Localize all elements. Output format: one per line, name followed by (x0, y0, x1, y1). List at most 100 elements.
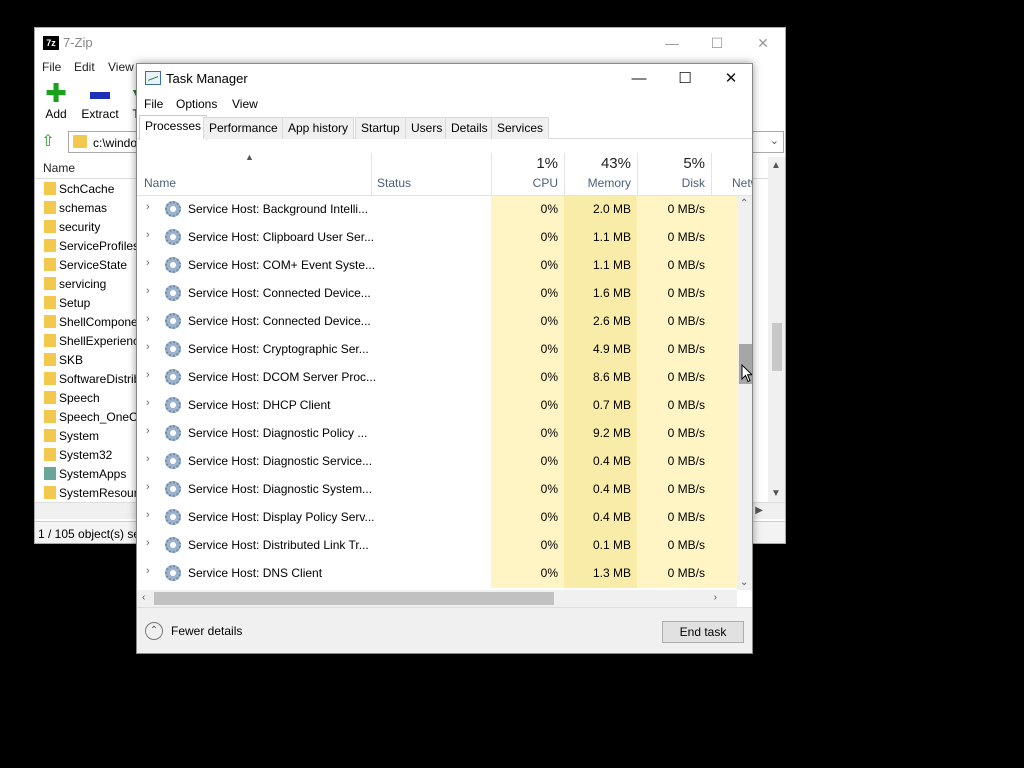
tab-performance[interactable]: Performance (203, 117, 284, 139)
file-list: SchCache schemas security ServiceProfiles Se… (35, 179, 166, 502)
expand-chevron-icon[interactable]: › (146, 397, 150, 409)
scroll-down-icon[interactable]: ⌄ (740, 577, 748, 588)
expand-chevron-icon[interactable]: › (146, 481, 150, 493)
task-manager-window[interactable]: Task Manager — ☐ ✕ File Options View Pro… (136, 63, 753, 654)
process-row[interactable]: › Service Host: Connected Device... 0% 1.6 … (137, 280, 737, 308)
extract-button[interactable]: Extract (81, 82, 119, 121)
tab-services[interactable]: Services (491, 117, 550, 139)
folder-up-icon[interactable]: ⇧ (39, 133, 57, 151)
expand-chevron-icon[interactable]: › (146, 565, 150, 577)
file-list-item[interactable]: SKB (35, 350, 145, 369)
process-row[interactable]: › Service Host: Display Policy Serv... 0% 0… (137, 504, 737, 532)
sevenzip-close-button[interactable]: ✕ (743, 32, 783, 54)
file-list-item[interactable]: ShellExperiences (35, 331, 152, 350)
process-row[interactable]: › Service Host: Background Intelli... 0% 2.… (137, 196, 737, 224)
tab-startup[interactable]: Startup (355, 117, 406, 139)
column-header-memory[interactable]: Memory (564, 176, 631, 190)
tab-users[interactable]: Users (405, 117, 449, 139)
fewer-details-link[interactable]: Fewer details (171, 624, 242, 638)
process-row[interactable]: › Service Host: Clipboard User Ser... 0% 1.… (137, 224, 737, 252)
process-name: Service Host: Cryptographic Ser... (188, 342, 369, 356)
expand-chevron-icon[interactable]: › (146, 257, 150, 269)
process-list-horizontal-scrollbar[interactable]: ‹ › (137, 590, 737, 607)
sevenzip-menu-edit[interactable]: Edit (74, 60, 95, 74)
file-list-item[interactable]: security (35, 217, 145, 236)
process-row[interactable]: › Service Host: Cryptographic Ser... 0% 4.9… (137, 336, 737, 364)
process-row[interactable]: › Service Host: DHCP Client 0% 0.7 MB 0 MB/s (137, 392, 737, 420)
menu-view[interactable]: View (232, 97, 258, 111)
file-list-item[interactable]: schemas (35, 198, 145, 217)
expand-chevron-icon[interactable]: › (146, 369, 150, 381)
process-row[interactable]: › Service Host: Diagnostic Service... 0% 0.… (137, 448, 737, 476)
file-list-item[interactable]: ShellComponents (35, 312, 154, 331)
folder-icon (44, 315, 56, 328)
add-button[interactable]: ✚ Add (44, 78, 68, 121)
expand-chevron-icon[interactable]: › (146, 285, 150, 297)
tab-processes[interactable]: Processes (139, 115, 208, 140)
horizontal-scrollbar-thumb[interactable] (154, 592, 554, 605)
sevenzip-minimize-button[interactable]: — (652, 32, 692, 54)
tab-details[interactable]: Details (445, 117, 494, 139)
file-list-item[interactable]: System32 (35, 445, 145, 464)
chevron-up-circle-icon[interactable]: ⌃ (145, 622, 163, 640)
address-dropdown-icon[interactable]: ⌄ (770, 134, 779, 147)
scrollbar-thumb[interactable] (772, 323, 782, 371)
menu-file[interactable]: File (144, 97, 163, 111)
process-row[interactable]: › Service Host: Distributed Link Tr... 0% 0… (137, 532, 737, 560)
scroll-left-icon[interactable]: ‹ (142, 592, 145, 603)
scroll-right-icon[interactable]: › (714, 592, 717, 603)
scroll-right-icon[interactable]: ▶ (755, 505, 763, 516)
maximize-button[interactable]: ☐ (662, 64, 708, 94)
file-list-item[interactable]: SoftwareDistribution (35, 369, 166, 388)
expand-chevron-icon[interactable]: › (146, 229, 150, 241)
sevenzip-menu-file[interactable]: File (42, 60, 61, 74)
expand-chevron-icon[interactable]: › (146, 201, 150, 213)
column-header-network[interactable]: Netw (732, 176, 752, 190)
process-row[interactable]: › Service Host: COM+ Event Syste... 0% 1.1 … (137, 252, 737, 280)
file-list-item[interactable]: Speech_OneCore (35, 407, 155, 426)
sevenzip-menu-view[interactable]: View (108, 60, 134, 74)
file-list-item[interactable]: SystemApps (35, 464, 145, 483)
file-list-item[interactable]: servicing (35, 274, 145, 293)
column-divider[interactable] (711, 153, 712, 196)
file-list-item[interactable]: Setup (35, 293, 145, 312)
scroll-up-icon[interactable]: ⌃ (740, 198, 748, 209)
file-list-item[interactable]: Speech (35, 388, 145, 407)
sevenzip-titlebar[interactable]: 7z 7-Zip — ☐ ✕ (35, 28, 785, 58)
column-header-name[interactable]: Name (144, 176, 176, 190)
add-plus-icon: ✚ (45, 78, 67, 108)
column-divider[interactable] (371, 153, 372, 196)
process-row[interactable]: › Service Host: DCOM Server Proc... 0% 8.6 … (137, 364, 737, 392)
tab-app-history[interactable]: App history (282, 117, 355, 139)
expand-chevron-icon[interactable]: › (146, 509, 150, 521)
column-header-cpu[interactable]: CPU (491, 176, 558, 190)
process-row[interactable]: › Service Host: Diagnostic System... 0% 0.4… (137, 476, 737, 504)
task-manager-titlebar[interactable]: Task Manager — ☐ ✕ (137, 64, 752, 94)
process-row[interactable]: › Service Host: Diagnostic Policy ... 0% 9.… (137, 420, 737, 448)
process-row[interactable]: › Service Host: Connected Device... 0% 2.6 … (137, 308, 737, 336)
column-header-disk[interactable]: Disk (637, 176, 705, 190)
file-list-item[interactable]: ServiceState (35, 255, 145, 274)
process-row[interactable]: › Service Host: DNS Client 0% 1.3 MB 0 MB/s (137, 560, 737, 588)
close-button[interactable]: ✕ (708, 64, 752, 94)
file-list-item[interactable]: System (35, 426, 145, 445)
file-list-item[interactable]: SchCache (35, 179, 145, 198)
expand-chevron-icon[interactable]: › (146, 453, 150, 465)
column-header-name[interactable]: Name (43, 161, 75, 175)
expand-chevron-icon[interactable]: › (146, 537, 150, 549)
file-list-item[interactable]: ServiceProfiles (35, 236, 145, 255)
scroll-up-icon[interactable]: ▲ (771, 160, 781, 171)
expand-chevron-icon[interactable]: › (146, 425, 150, 437)
sevenzip-maximize-button[interactable]: ☐ (697, 32, 737, 54)
menu-options[interactable]: Options (176, 97, 217, 111)
expand-chevron-icon[interactable]: › (146, 341, 150, 353)
file-list-item[interactable]: SystemResources (35, 483, 156, 502)
minimize-button[interactable]: — (616, 64, 662, 94)
process-column-headers: ▲ Name Status 1% CPU 43% Memory 5% Disk … (137, 139, 752, 196)
scroll-down-icon[interactable]: ▼ (771, 488, 781, 499)
process-list-vertical-scrollbar[interactable]: ⌃ ⌄ (737, 196, 752, 590)
end-task-button[interactable]: End task (662, 621, 744, 643)
expand-chevron-icon[interactable]: › (146, 313, 150, 325)
column-header-status[interactable]: Status (377, 176, 411, 190)
file-list-vertical-scrollbar[interactable]: ▲ ▼ (768, 157, 785, 502)
